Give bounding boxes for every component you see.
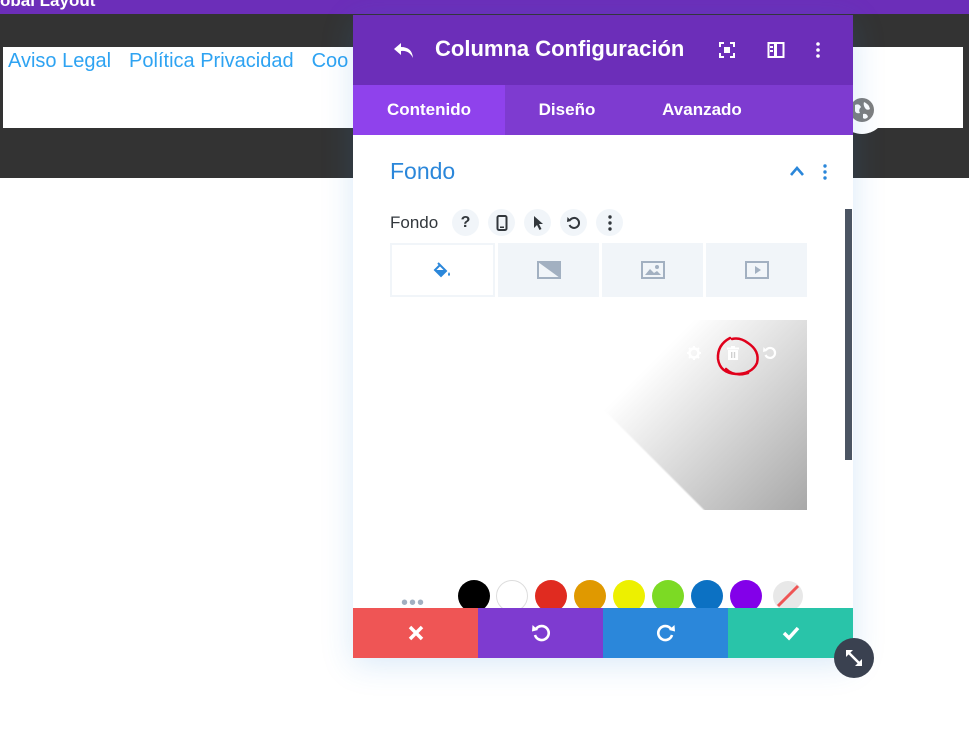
bg-tab-video[interactable]	[706, 243, 807, 297]
help-button[interactable]: ?	[452, 209, 479, 236]
bg-tab-image[interactable]	[602, 243, 703, 297]
undo-icon	[531, 624, 550, 642]
image-icon	[640, 261, 665, 279]
header-more-icon[interactable]	[809, 41, 827, 59]
tab-diseno[interactable]: Diseño	[505, 85, 629, 135]
resize-button[interactable]	[834, 638, 874, 678]
reset-icon[interactable]	[762, 345, 778, 361]
undo-button[interactable]	[478, 608, 603, 658]
chevron-up-icon[interactable]	[789, 165, 805, 177]
link-aviso-legal[interactable]: Aviso Legal	[8, 50, 111, 73]
link-cookies[interactable]: Coo	[312, 50, 349, 73]
check-icon	[782, 626, 799, 641]
help-icon: ?	[460, 213, 471, 231]
fullscreen-icon[interactable]	[718, 41, 736, 59]
close-icon	[408, 625, 423, 641]
modal-header: Columna Configuración	[353, 15, 853, 85]
sidebar-layout-icon[interactable]	[767, 41, 785, 59]
link-politica-privacidad[interactable]: Política Privacidad	[129, 50, 294, 73]
redo-button[interactable]	[603, 608, 728, 658]
redo-icon	[656, 624, 675, 642]
tab-contenido[interactable]: Contenido	[353, 85, 505, 135]
footer-links: Aviso Legal Política Privacidad Coo	[8, 50, 348, 73]
action-bar	[353, 608, 853, 658]
annotation-circle	[716, 336, 759, 376]
bg-tab-gradient[interactable]	[498, 243, 599, 297]
tab-avanzado[interactable]: Avanzado	[629, 85, 775, 135]
cursor-icon	[533, 215, 543, 230]
back-arrow-icon[interactable]	[391, 37, 417, 63]
layout-title: obal Layout	[0, 0, 96, 10]
section-more-icon[interactable]	[823, 164, 827, 180]
column-settings-modal: Columna Configuración Contenido Diseño A…	[353, 15, 853, 658]
responsive-button[interactable]	[488, 209, 515, 236]
bg-tab-color[interactable]	[390, 243, 495, 297]
background-type-tabs	[390, 243, 807, 297]
scrollbar[interactable]	[845, 209, 852, 460]
field-more-button[interactable]	[596, 209, 623, 236]
more-icon	[607, 214, 612, 231]
top-bar: obal Layout	[0, 0, 969, 14]
reset-icon	[566, 216, 580, 229]
expand-icon	[846, 650, 862, 666]
cancel-button[interactable]	[353, 608, 478, 658]
modal-title: Columna Configuración	[435, 36, 685, 61]
gradient-icon	[536, 261, 561, 279]
reset-button[interactable]	[560, 209, 587, 236]
field-label: Fondo	[390, 213, 439, 232]
mobile-icon	[496, 214, 507, 231]
hover-button[interactable]	[524, 209, 551, 236]
section-title[interactable]: Fondo	[390, 158, 455, 185]
video-icon	[744, 261, 769, 279]
settings-tabs: Contenido Diseño Avanzado	[353, 85, 853, 135]
gear-icon[interactable]	[686, 345, 702, 361]
color-fill-icon	[433, 262, 450, 278]
